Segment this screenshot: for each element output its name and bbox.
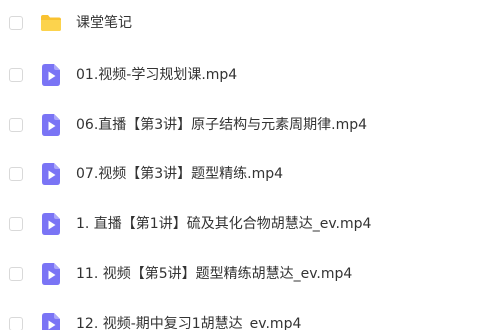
list-item[interactable]: 课堂笔记 bbox=[0, 8, 483, 38]
list-item[interactable]: 12. 视频-期中复习1胡慧达_ev.mp4 bbox=[0, 309, 483, 330]
video-file-icon bbox=[40, 263, 62, 285]
file-name[interactable]: 07.视频【第3讲】题型精练.mp4 bbox=[76, 164, 283, 184]
row-checkbox[interactable] bbox=[9, 217, 23, 231]
row-checkbox[interactable] bbox=[9, 317, 23, 330]
file-name[interactable]: 12. 视频-期中复习1胡慧达_ev.mp4 bbox=[76, 314, 301, 330]
list-item[interactable]: 11. 视频【第5讲】题型精练胡慧达_ev.mp4 bbox=[0, 259, 483, 289]
row-checkbox[interactable] bbox=[9, 267, 23, 281]
row-checkbox[interactable] bbox=[9, 118, 23, 132]
video-file-icon bbox=[40, 213, 62, 235]
video-file-icon bbox=[40, 114, 62, 136]
row-checkbox[interactable] bbox=[9, 167, 23, 181]
list-item[interactable]: 07.视频【第3讲】题型精练.mp4 bbox=[0, 159, 483, 189]
file-name[interactable]: 课堂笔记 bbox=[76, 13, 132, 33]
video-file-icon bbox=[40, 313, 62, 330]
list-item[interactable]: 1. 直播【第1讲】硫及其化合物胡慧达_ev.mp4 bbox=[0, 209, 483, 239]
file-name[interactable]: 06.直播【第3讲】原子结构与元素周期律.mp4 bbox=[76, 115, 367, 135]
folder-icon bbox=[40, 12, 62, 34]
video-file-icon bbox=[40, 64, 62, 86]
file-name[interactable]: 1. 直播【第1讲】硫及其化合物胡慧达_ev.mp4 bbox=[76, 214, 371, 234]
row-checkbox[interactable] bbox=[9, 68, 23, 82]
file-name[interactable]: 11. 视频【第5讲】题型精练胡慧达_ev.mp4 bbox=[76, 264, 352, 284]
list-item[interactable]: 01.视频-学习规划课.mp4 bbox=[0, 60, 483, 90]
video-file-icon bbox=[40, 163, 62, 185]
file-list: 课堂笔记 01.视频-学习规划课.mp4 06.直播【第3讲】原子结构与元素周期… bbox=[0, 0, 483, 330]
list-item[interactable]: 06.直播【第3讲】原子结构与元素周期律.mp4 bbox=[0, 110, 483, 140]
file-name[interactable]: 01.视频-学习规划课.mp4 bbox=[76, 65, 237, 85]
row-checkbox[interactable] bbox=[9, 16, 23, 30]
